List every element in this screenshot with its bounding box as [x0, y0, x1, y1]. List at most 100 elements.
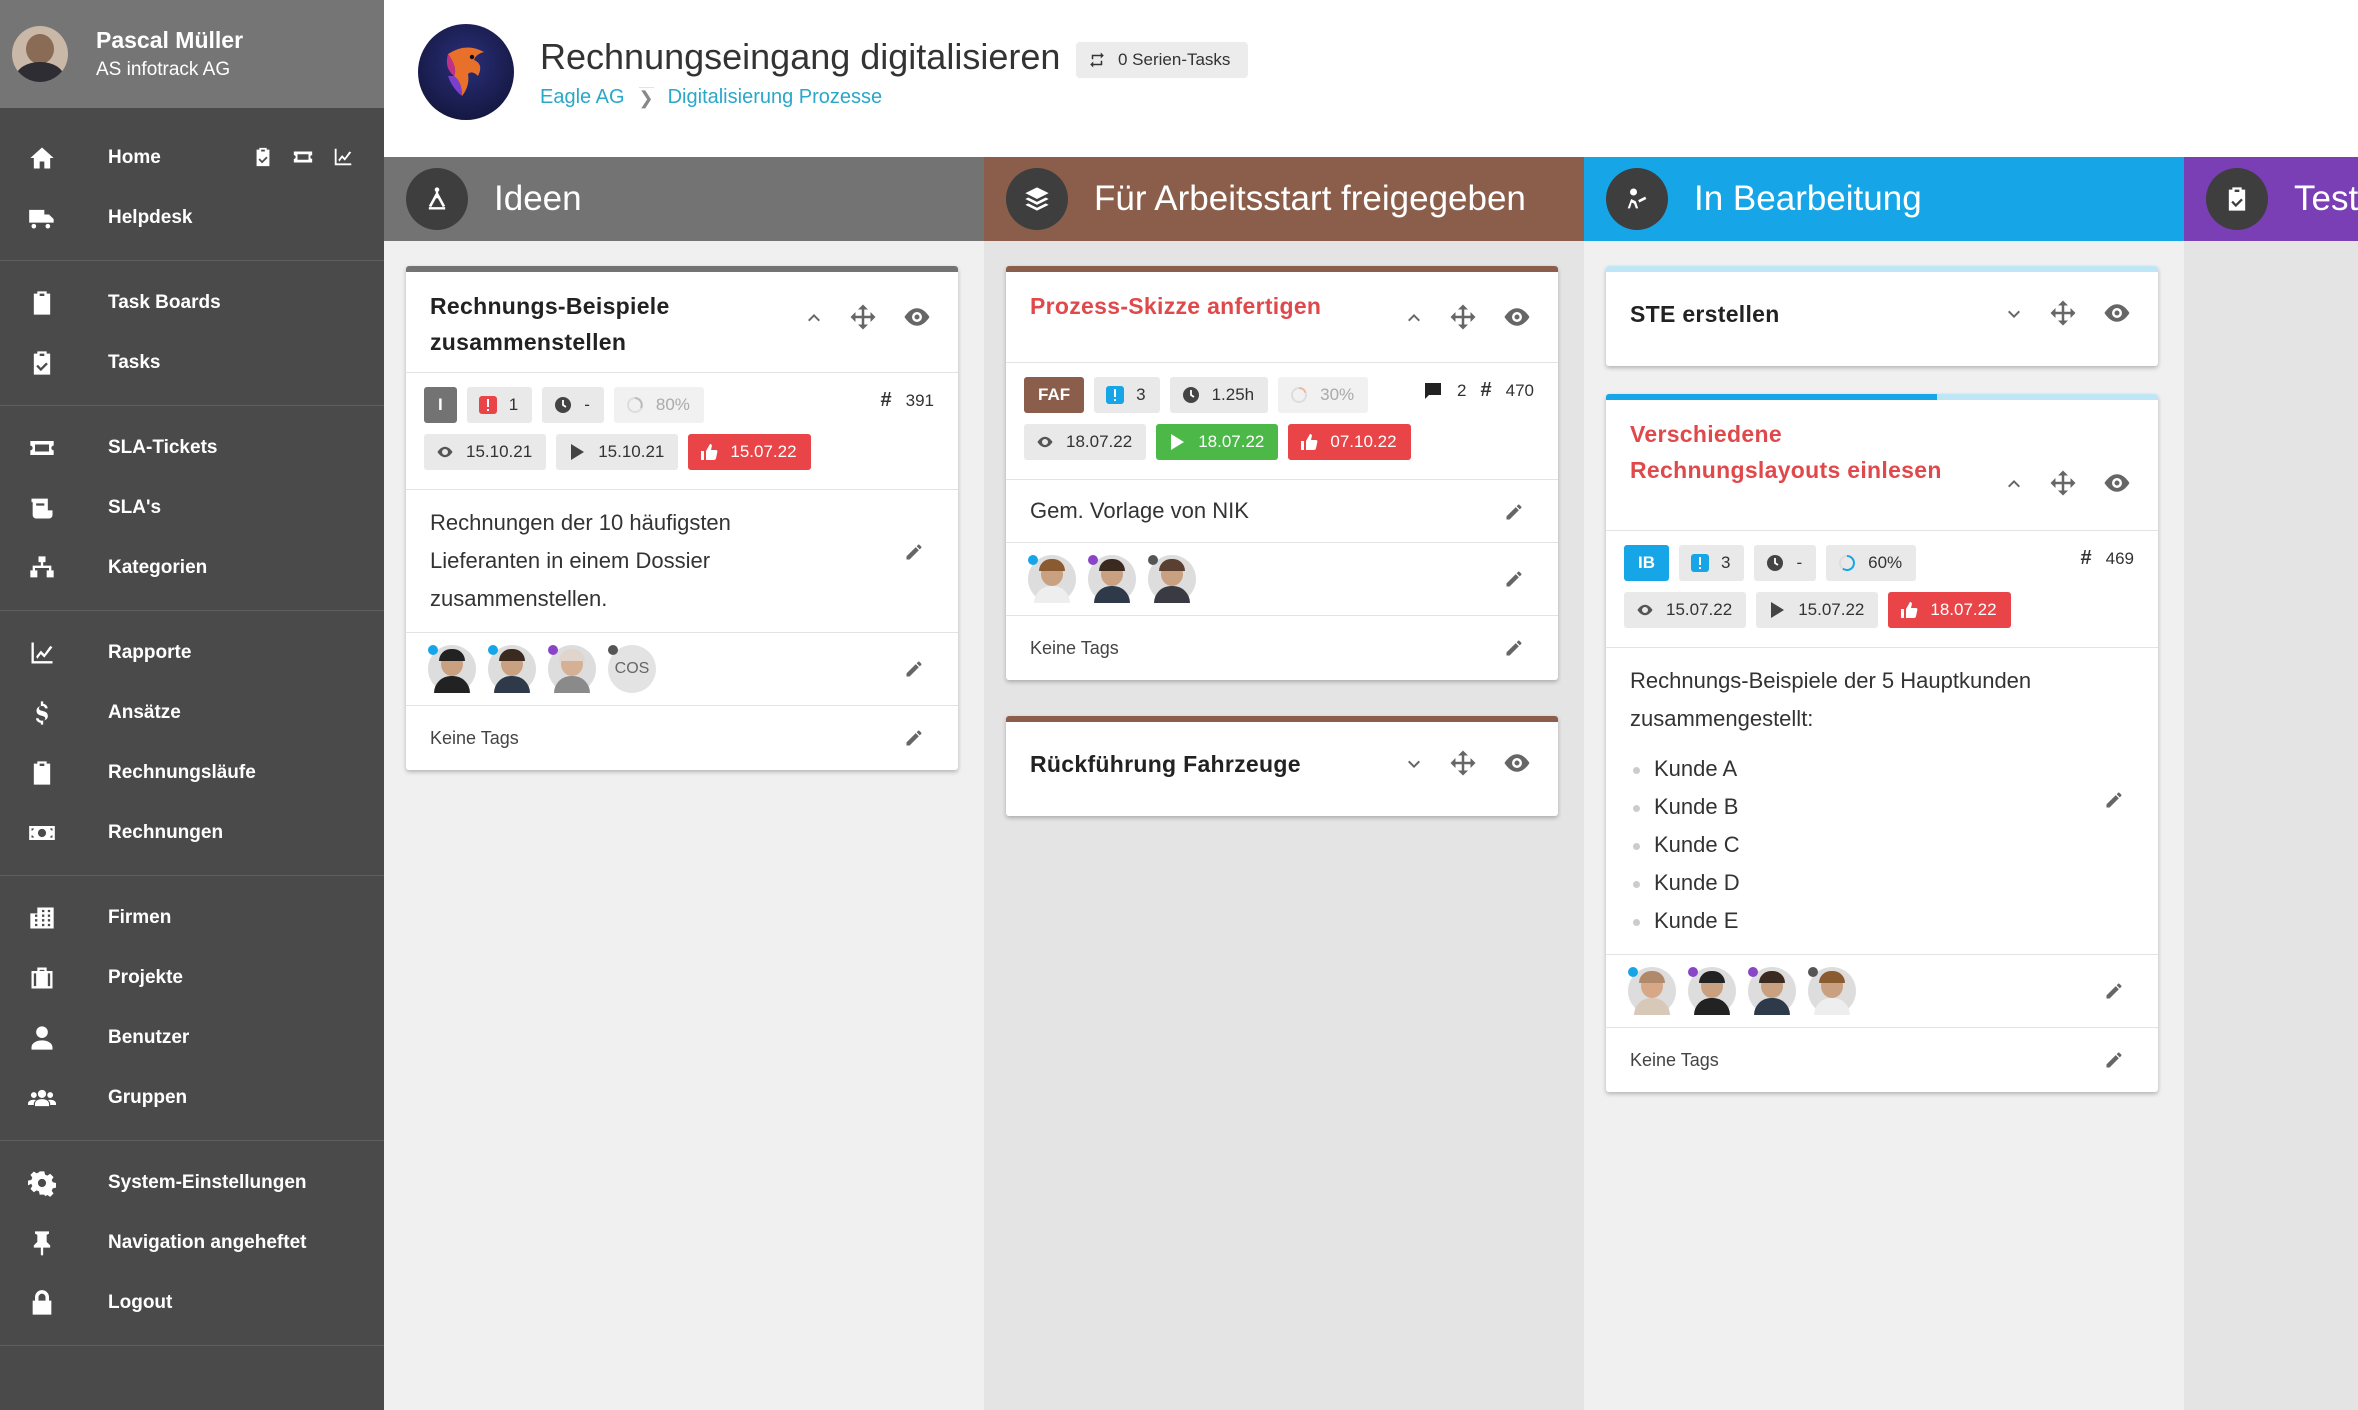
sidebar-item-label: SLA's — [108, 497, 162, 518]
card-title[interactable]: STE erstellen — [1630, 296, 2002, 332]
eye-icon[interactable] — [2100, 298, 2134, 328]
avatar[interactable] — [1688, 967, 1736, 1015]
avatar[interactable] — [1148, 555, 1196, 603]
move-icon[interactable] — [2046, 468, 2080, 498]
task-card[interactable]: Rückführung Fahrzeuge — [1006, 716, 1558, 816]
avatar[interactable] — [1808, 967, 1856, 1015]
avatar[interactable]: COS — [608, 645, 656, 693]
eye-icon[interactable] — [900, 302, 934, 332]
progress-badge: 30% — [1278, 377, 1369, 413]
avatar[interactable] — [1028, 555, 1076, 603]
task-card[interactable]: Rechnungs-Beispiele zusammenstellen I 1 … — [406, 266, 958, 770]
task-card[interactable]: Prozess-Skizze anfertigen FAF 3 1.25h 30… — [1006, 266, 1558, 680]
move-icon[interactable] — [846, 302, 880, 332]
move-icon[interactable] — [1446, 748, 1480, 778]
move-icon[interactable] — [1446, 302, 1480, 332]
clipboard-icon — [26, 287, 58, 319]
sidebar-item-task-boards[interactable]: Task Boards — [0, 273, 384, 333]
sidebar-item-label: Ansätze — [108, 702, 181, 723]
column-title: Für Arbeitsstart freigegeben — [1094, 179, 1526, 218]
ticket-icon[interactable] — [292, 146, 314, 168]
avatar-initials: COS — [614, 660, 650, 677]
sidebar-item-gruppen[interactable]: Gruppen — [0, 1068, 384, 1128]
sidebar-item-label: Helpdesk — [108, 207, 193, 228]
avatar[interactable] — [488, 645, 536, 693]
user-panel[interactable]: Pascal Müller AS infotrack AG — [0, 0, 384, 108]
column-title: Ideen — [494, 179, 582, 218]
chevron-up-icon[interactable] — [2002, 472, 2026, 496]
sidebar-item-rechnungslaeufe[interactable]: Rechnungsläufe — [0, 743, 384, 803]
task-card[interactable]: Verschiedene Rechnungslayouts einlesen I… — [1606, 394, 2158, 1092]
eye-icon[interactable] — [1500, 748, 1534, 778]
column-test: Test — [2184, 157, 2358, 1410]
sidebar-item-kategorien[interactable]: Kategorien — [0, 538, 384, 598]
pencil-icon[interactable] — [1504, 569, 1524, 589]
chevron-down-icon[interactable] — [2002, 302, 2026, 326]
home-icon — [26, 142, 58, 174]
sidebar-item-label: Tasks — [108, 352, 161, 373]
sidebar-item-navigation-angeheftet[interactable]: Navigation angeheftet — [0, 1213, 384, 1273]
nav-menu: Home Helpdesk Task Boards Tasks SLA-Tickets S… — [0, 108, 384, 1346]
task-id: 469 — [2105, 548, 2134, 568]
sidebar-item-firmen[interactable]: Firmen — [0, 888, 384, 948]
pencil-icon[interactable] — [1504, 638, 1524, 658]
sidebar-item-slas[interactable]: SLA's — [0, 478, 384, 538]
sidebar-item-tasks[interactable]: Tasks — [0, 333, 384, 393]
pencil-icon[interactable] — [2104, 1050, 2124, 1070]
column-header[interactable]: Test — [2184, 157, 2358, 241]
due-date: 15.07.22 — [730, 442, 797, 461]
card-title[interactable]: Rückführung Fahrzeuge — [1030, 746, 1402, 782]
breadcrumb-company[interactable]: Eagle AG — [540, 86, 625, 109]
avatar[interactable] — [428, 645, 476, 693]
pencil-icon[interactable] — [2104, 790, 2124, 810]
pencil-icon[interactable] — [904, 542, 924, 562]
nav-group: SLA-Tickets SLA's Kategorien — [0, 406, 384, 611]
card-title[interactable]: Verschiedene Rechnungslayouts einlesen — [1630, 416, 2002, 498]
sidebar-item-sla-tickets[interactable]: SLA-Tickets — [0, 418, 384, 478]
chevron-up-icon[interactable] — [802, 306, 826, 330]
sidebar-item-rapporte[interactable]: Rapporte — [0, 623, 384, 683]
sidebar-item-benutzer[interactable]: Benutzer — [0, 1008, 384, 1068]
sidebar-item-home[interactable]: Home — [0, 128, 384, 188]
chart-edit-icon — [26, 637, 58, 669]
pencil-icon[interactable] — [1504, 502, 1524, 522]
alert-icon — [478, 396, 497, 414]
clock-icon — [1182, 387, 1199, 403]
column-header[interactable]: Für Arbeitsstart freigegeben — [984, 157, 1584, 241]
sidebar-item-logout[interactable]: Logout — [0, 1273, 384, 1333]
chevron-right-icon: ❯ — [638, 86, 654, 108]
chart-edit-icon[interactable] — [332, 146, 354, 168]
sidebar-item-ansaetze[interactable]: Ansätze — [0, 683, 384, 743]
serien-tasks-button[interactable]: 0 Serien-Tasks — [1076, 42, 1249, 78]
avatar[interactable] — [1748, 967, 1796, 1015]
card-title[interactable]: Prozess-Skizze anfertigen — [1030, 288, 1402, 332]
clipboard-check-icon[interactable] — [252, 146, 274, 168]
start-date: 15.10.21 — [598, 442, 665, 461]
avatar[interactable] — [548, 645, 596, 693]
chevron-up-icon[interactable] — [1402, 306, 1426, 330]
task-number: 2 #470 — [1423, 379, 1534, 402]
sidebar-item-rechnungen[interactable]: Rechnungen — [0, 803, 384, 863]
column-header[interactable]: Ideen — [384, 157, 984, 241]
sidebar-item-system-einstellungen[interactable]: System-Einstellungen — [0, 1153, 384, 1213]
thumbs-up-icon — [1901, 602, 1918, 618]
sidebar-item-helpdesk[interactable]: Helpdesk — [0, 188, 384, 248]
chevron-down-icon[interactable] — [1402, 752, 1426, 776]
eye-icon[interactable] — [1500, 302, 1534, 332]
pin-icon — [26, 1227, 58, 1259]
pencil-icon[interactable] — [2104, 981, 2124, 1001]
move-icon[interactable] — [2046, 298, 2080, 328]
card-title[interactable]: Rechnungs-Beispiele zusammenstellen — [430, 288, 802, 360]
pencil-icon[interactable] — [904, 659, 924, 679]
task-card[interactable]: STE erstellen — [1606, 266, 2158, 366]
seen-date-badge: 15.10.21 — [424, 434, 547, 470]
nav-group: System-Einstellungen Navigation angehefte… — [0, 1141, 384, 1346]
avatar[interactable] — [1628, 967, 1676, 1015]
breadcrumb-project[interactable]: Digitalisierung Prozesse — [668, 86, 883, 109]
clipboard-check-icon — [26, 347, 58, 379]
sidebar-item-projekte[interactable]: Projekte — [0, 948, 384, 1008]
avatar[interactable] — [1088, 555, 1136, 603]
pencil-icon[interactable] — [904, 728, 924, 748]
eye-icon[interactable] — [2100, 468, 2134, 498]
column-header[interactable]: In Bearbeitung — [1584, 157, 2184, 241]
